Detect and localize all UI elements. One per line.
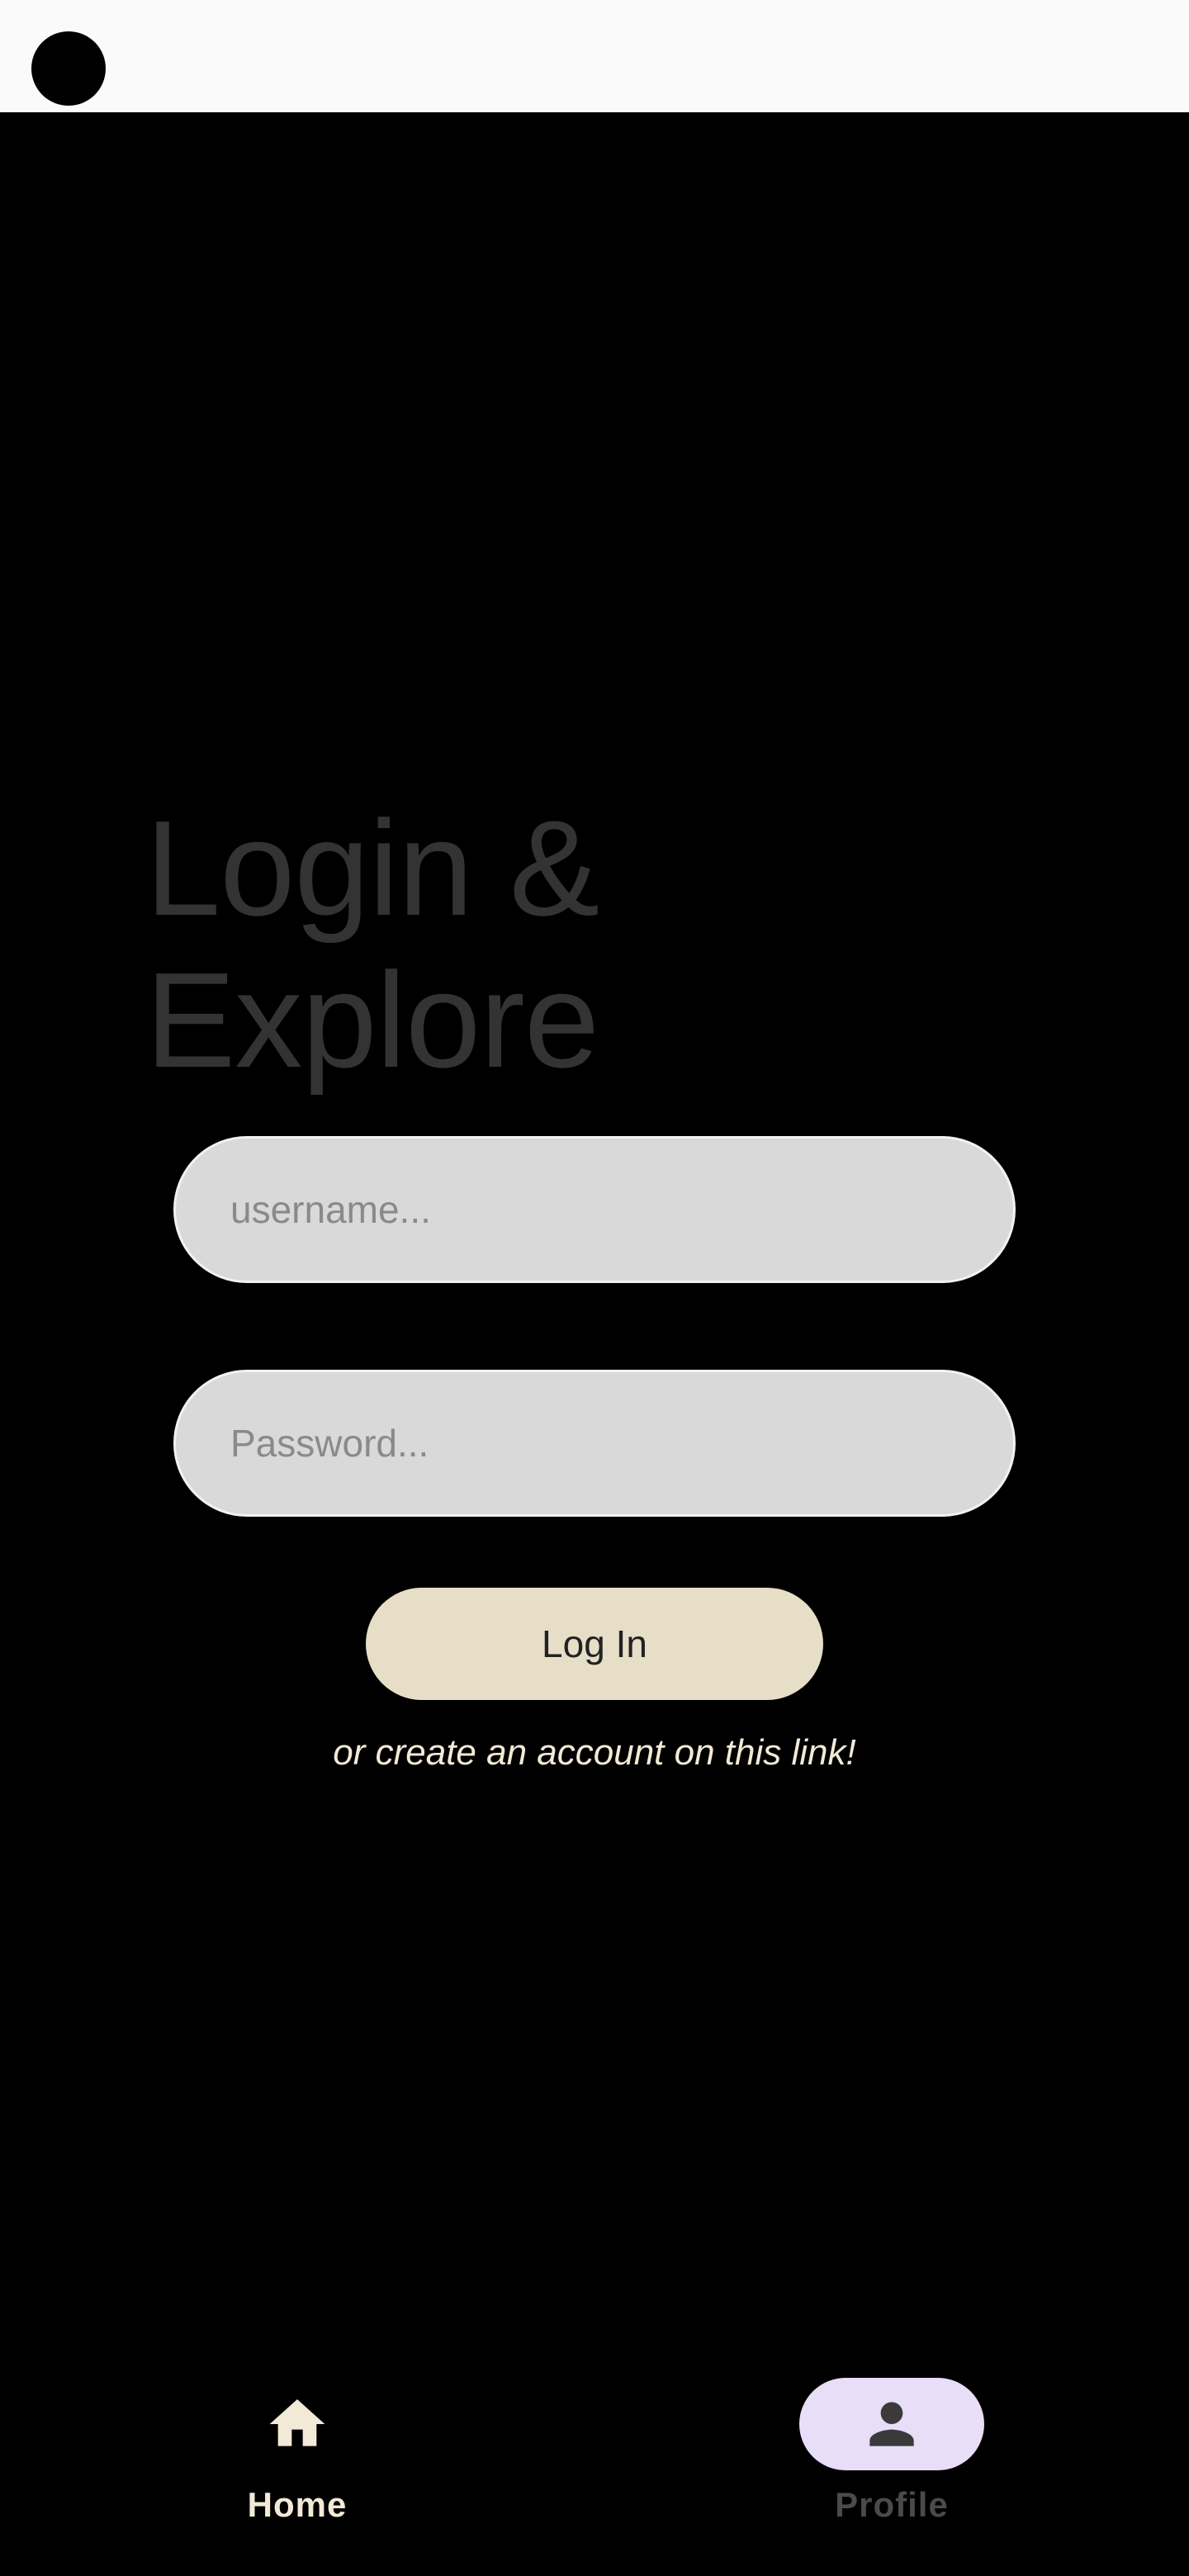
page-title: Login & Explore: [145, 793, 888, 1096]
nav-item-profile[interactable]: Profile: [743, 2361, 1040, 2559]
nav-item-home[interactable]: Home: [149, 2361, 446, 2559]
create-account-link[interactable]: or create an account on this link!: [0, 1732, 1189, 1773]
bottom-navigation: Home Profile: [0, 2361, 1189, 2576]
login-screen: Login & Explore Log In or create an acco…: [0, 0, 1189, 2576]
page-title-line-2: Explore: [145, 945, 599, 1096]
nav-label-home: Home: [247, 2485, 348, 2524]
home-icon: [269, 2399, 325, 2446]
username-input[interactable]: [173, 1136, 1016, 1283]
status-bar: [0, 0, 1189, 112]
nav-label-profile: Profile: [835, 2485, 949, 2524]
page-title-line-1: Login &: [145, 793, 599, 944]
password-input[interactable]: [173, 1370, 1016, 1517]
person-icon: [869, 2402, 914, 2446]
camera-cutout: [31, 31, 106, 106]
login-button[interactable]: Log In: [366, 1588, 823, 1700]
